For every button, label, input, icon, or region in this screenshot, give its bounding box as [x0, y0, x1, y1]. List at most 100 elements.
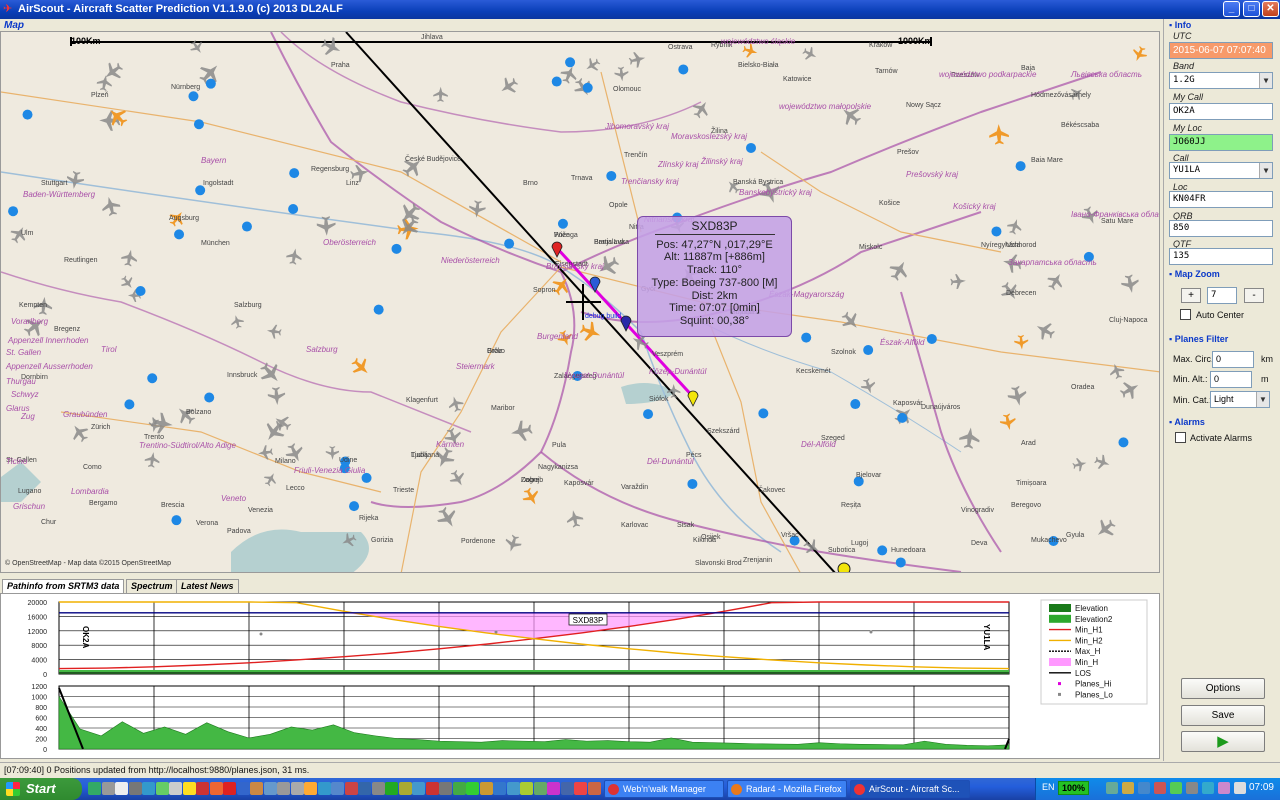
quick-launch-icon[interactable] [493, 782, 506, 795]
airport-icon[interactable] [877, 545, 888, 556]
plane-icon[interactable] [565, 509, 585, 529]
airport-icon[interactable] [188, 91, 199, 102]
tray-icon[interactable] [1186, 782, 1198, 794]
quick-launch-icon[interactable] [533, 782, 547, 795]
plane-icon[interactable] [285, 247, 303, 265]
airport-icon[interactable] [205, 78, 216, 89]
plane-icon[interactable] [1071, 456, 1088, 472]
quick-launch-icon[interactable] [250, 782, 263, 795]
plane-icon[interactable] [447, 468, 468, 490]
plane-icon[interactable] [1107, 362, 1126, 381]
plane-icon[interactable] [628, 50, 647, 69]
plane-icon[interactable] [100, 195, 122, 218]
marker-icon[interactable] [687, 390, 699, 407]
plane-icon[interactable] [187, 38, 206, 57]
zoom-level-field[interactable]: 7 [1207, 287, 1237, 304]
airport-icon[interactable] [391, 243, 402, 254]
tray-icon[interactable] [1218, 782, 1230, 794]
quick-launch-icon[interactable] [412, 782, 425, 795]
myloc-field[interactable]: JO60JJ [1169, 134, 1273, 151]
marker-plane-icon[interactable] [589, 276, 601, 293]
airport-icon[interactable] [373, 304, 384, 315]
marker-start-icon[interactable] [551, 241, 563, 258]
airport-icon[interactable] [606, 170, 617, 181]
map-view[interactable]: 100Km 1000Km © OpenStreetMap - Map data … [0, 31, 1160, 573]
tray-icon[interactable] [1154, 782, 1166, 794]
plane-scatter-icon[interactable] [989, 124, 1009, 145]
quick-launch-icon[interactable] [452, 782, 466, 795]
quick-launch-icon[interactable] [560, 782, 574, 795]
plane-icon[interactable] [468, 200, 486, 219]
plane-icon[interactable] [65, 170, 85, 190]
quick-launch-icon[interactable] [317, 782, 331, 795]
plane-icon[interactable] [1005, 217, 1024, 236]
airport-icon[interactable] [801, 332, 812, 343]
mincat-select[interactable]: Light ▼ [1210, 391, 1270, 408]
plane-icon[interactable] [801, 45, 820, 64]
plane-icon[interactable] [267, 386, 286, 406]
auto-center-checkbox[interactable] [1180, 309, 1191, 320]
plane-icon[interactable] [433, 504, 461, 532]
airport-icon[interactable] [863, 345, 874, 356]
plane-icon[interactable] [886, 257, 912, 284]
plane-icon[interactable] [503, 533, 523, 554]
band-select[interactable]: 1.2G ▼ [1169, 72, 1273, 89]
plane-icon[interactable] [118, 273, 137, 292]
quick-launch-icon[interactable] [587, 782, 601, 795]
quick-launch-icon[interactable] [479, 782, 493, 795]
quick-launch-icon[interactable] [209, 782, 223, 795]
plane-icon[interactable] [1033, 318, 1058, 343]
airport-icon[interactable] [171, 515, 182, 526]
maxcirc-field[interactable]: 0 [1212, 351, 1254, 368]
quick-launch-icon[interactable] [223, 782, 236, 795]
plane-scatter-icon[interactable] [520, 485, 543, 508]
plane-icon[interactable] [433, 86, 448, 102]
plane-icon[interactable] [325, 446, 340, 460]
airport-icon[interactable] [926, 333, 937, 344]
minalt-field[interactable]: 0 [1210, 371, 1252, 388]
plane-icon[interactable] [1006, 384, 1029, 407]
quick-launch-icon[interactable] [506, 782, 520, 795]
airport-icon[interactable] [124, 399, 135, 410]
maximize-button[interactable]: □ [1243, 1, 1260, 17]
quick-launch-icon[interactable] [196, 782, 209, 795]
airport-icon[interactable] [289, 168, 300, 179]
tray-icon[interactable] [1122, 782, 1134, 794]
quick-launch-icon[interactable] [88, 782, 101, 795]
quick-launch-icon[interactable] [398, 782, 412, 795]
quick-launch-icon[interactable] [128, 782, 142, 795]
battery-indicator[interactable]: 100% [1058, 781, 1090, 795]
marker-end-icon[interactable] [837, 562, 851, 573]
airport-icon[interactable] [746, 142, 757, 153]
airport-icon[interactable] [551, 76, 562, 87]
tab-pathinfo[interactable]: Pathinfo from SRTM3 data [2, 579, 125, 593]
plane-icon[interactable] [144, 451, 161, 468]
plane-icon[interactable] [120, 248, 139, 267]
zoom-out-button[interactable]: - [1244, 288, 1264, 303]
plane-icon[interactable] [1092, 515, 1119, 542]
save-button[interactable]: Save [1181, 705, 1265, 726]
quick-launch-icon[interactable] [169, 782, 182, 795]
mycall-field[interactable]: OK2A [1169, 103, 1273, 120]
quick-launch-icon[interactable] [182, 782, 196, 795]
airport-icon[interactable] [147, 373, 158, 384]
plane-icon[interactable] [496, 74, 521, 98]
selected-plane-icon[interactable] [578, 319, 604, 344]
plane-scatter-icon[interactable] [999, 412, 1018, 431]
chevron-down-icon[interactable]: ▼ [1259, 73, 1272, 88]
airport-icon[interactable] [897, 412, 908, 423]
chevron-down-icon[interactable]: ▼ [1256, 392, 1269, 407]
plane-icon[interactable] [1044, 270, 1067, 293]
quick-launch-icon[interactable] [385, 782, 398, 795]
airport-icon[interactable] [850, 399, 861, 410]
tray-icon[interactable] [1202, 782, 1214, 794]
airport-icon[interactable] [557, 218, 568, 229]
plane-scatter-icon[interactable] [348, 354, 374, 380]
quick-launch-icon[interactable] [331, 782, 344, 795]
tray-icon[interactable] [1234, 782, 1246, 794]
airport-icon[interactable] [193, 119, 204, 130]
task-firefox[interactable]: Radar4 - Mozilla Firefox [727, 780, 847, 798]
airport-icon[interactable] [349, 501, 360, 512]
zoom-in-button[interactable]: + [1181, 288, 1201, 303]
options-button[interactable]: Options [1181, 678, 1265, 699]
